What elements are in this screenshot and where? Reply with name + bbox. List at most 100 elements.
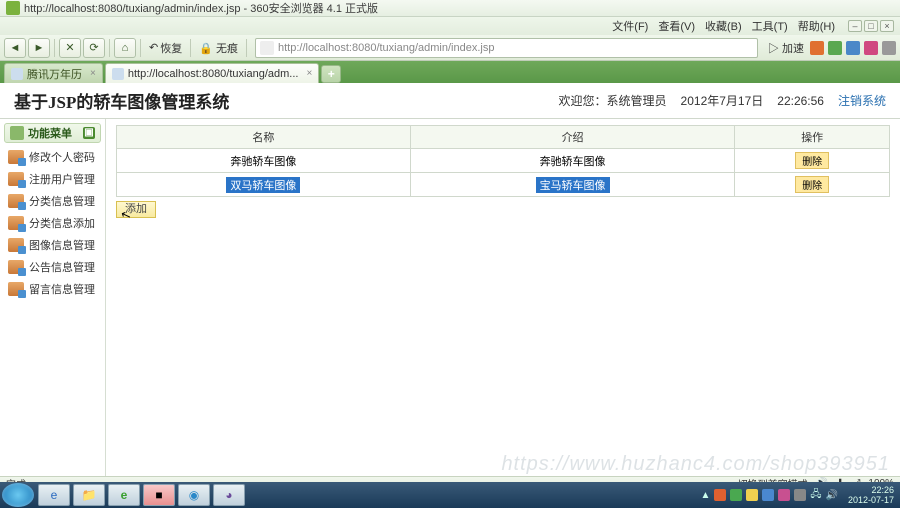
cell-name-selected: 双马轿车图像	[226, 177, 300, 193]
cell-intro-selected: 宝马轿车图像	[536, 177, 610, 193]
tab-admin[interactable]: http://localhost:8080/tuxiang/adm... ×	[105, 63, 319, 83]
close-tab-icon[interactable]: ×	[306, 68, 312, 79]
close-button[interactable]: ×	[880, 20, 894, 32]
page-header: 基于JSP的轿车图像管理系统 欢迎您：系统管理员 2012年7月17日 22:2…	[0, 83, 900, 119]
tab-label: http://localhost:8080/tuxiang/adm...	[128, 68, 299, 80]
tray-up-icon[interactable]: ▲	[700, 490, 710, 501]
incognito-button[interactable]: 🔒 无痕	[195, 40, 242, 56]
menu-icon	[10, 126, 24, 140]
header-date: 2012年7月17日	[681, 92, 764, 109]
item-icon	[8, 260, 24, 274]
menu-view[interactable]: 查看(V)	[658, 18, 695, 34]
tray-network-icon[interactable]: 🖧	[810, 487, 821, 504]
item-icon	[8, 150, 24, 164]
ext-icon-4[interactable]	[864, 41, 878, 55]
task-explorer[interactable]: 📁	[73, 484, 105, 506]
task-360[interactable]: e	[108, 484, 140, 506]
collapse-icon[interactable]: ▣	[83, 127, 95, 139]
tab-strip: 腾讯万年历 × http://localhost:8080/tuxiang/ad…	[0, 61, 900, 83]
sidebar-panel-header[interactable]: 功能菜单 ▣	[4, 123, 101, 143]
cell-name: 奔驰轿车图像	[117, 149, 411, 173]
task-app2[interactable]: ◉	[178, 484, 210, 506]
ext-icon-5[interactable]	[882, 41, 896, 55]
browser-toolbar: ◄ ► ✕ ⟳ ⌂ ↶ 恢复 🔒 无痕 ▷ 加速	[0, 35, 900, 61]
logout-link[interactable]: 注销系统	[838, 92, 886, 109]
forward-button[interactable]: ►	[28, 38, 50, 58]
sidebar-item-label: 注册用户管理	[29, 171, 95, 187]
item-icon	[8, 282, 24, 296]
table-row[interactable]: 双马轿车图像 宝马轿车图像 删除	[117, 173, 890, 197]
stop-button[interactable]: ✕	[59, 38, 81, 58]
sidebar-item-label: 分类信息添加	[29, 215, 95, 231]
address-input[interactable]	[278, 42, 753, 54]
favicon-icon	[6, 1, 20, 15]
sidebar-item-label: 修改个人密码	[29, 149, 95, 165]
close-tab-icon[interactable]: ×	[90, 68, 96, 79]
sidebar-item-category-mgr[interactable]: 分类信息管理	[4, 190, 101, 212]
start-button[interactable]	[2, 483, 34, 507]
page-title: 基于JSP的轿车图像管理系统	[14, 88, 559, 113]
sidebar-item-users[interactable]: 注册用户管理	[4, 168, 101, 190]
task-app3[interactable]: ◕	[213, 484, 245, 506]
cell-intro: 奔驰轿车图像	[410, 149, 735, 173]
add-button[interactable]: 添加 ↖	[116, 201, 156, 218]
tray-icon[interactable]	[778, 489, 790, 501]
windows-taskbar: e 📁 e ■ ◉ ◕ ▲ 🖧 🔊 22:26 2012-07-17	[0, 482, 900, 508]
delete-button[interactable]: 删除	[795, 176, 829, 193]
tab-favicon-icon	[11, 68, 23, 80]
th-name: 名称	[117, 126, 411, 149]
table-row[interactable]: 奔驰轿车图像 奔驰轿车图像 删除	[117, 149, 890, 173]
th-op: 操作	[735, 126, 890, 149]
minimize-button[interactable]: –	[848, 20, 862, 32]
page-icon	[260, 41, 274, 55]
delete-button[interactable]: 删除	[795, 152, 829, 169]
item-icon	[8, 238, 24, 252]
main-content: 名称 介绍 操作 奔驰轿车图像 奔驰轿车图像 删除 双马轿车图像 宝马轿车图像 …	[106, 119, 900, 478]
menu-fav[interactable]: 收藏(B)	[705, 18, 742, 34]
maximize-button[interactable]: □	[864, 20, 878, 32]
sidebar: 功能菜单 ▣ 修改个人密码 注册用户管理 分类信息管理 分类信息添加 图像信息管…	[0, 119, 106, 478]
sidebar-item-category-add[interactable]: 分类信息添加	[4, 212, 101, 234]
back-button[interactable]: ◄	[4, 38, 26, 58]
item-icon	[8, 216, 24, 230]
category-table: 名称 介绍 操作 奔驰轿车图像 奔驰轿车图像 删除 双马轿车图像 宝马轿车图像 …	[116, 125, 890, 197]
item-icon	[8, 172, 24, 186]
accelerate-button[interactable]: ▷ 加速	[764, 40, 808, 56]
sidebar-title: 功能菜单	[28, 125, 72, 141]
sidebar-item-label: 留言信息管理	[29, 281, 95, 297]
home-button[interactable]: ⌂	[114, 38, 136, 58]
menu-file[interactable]: 文件(F)	[612, 18, 648, 34]
task-ie[interactable]: e	[38, 484, 70, 506]
restore-button[interactable]: ↶ 恢复	[145, 40, 186, 56]
menu-help[interactable]: 帮助(H)	[798, 18, 835, 34]
sidebar-item-password[interactable]: 修改个人密码	[4, 146, 101, 168]
sidebar-item-image-mgr[interactable]: 图像信息管理	[4, 234, 101, 256]
address-bar[interactable]	[255, 38, 758, 58]
window-title: http://localhost:8080/tuxiang/admin/inde…	[24, 0, 894, 16]
tab-calendar[interactable]: 腾讯万年历 ×	[4, 63, 103, 83]
sidebar-item-message-mgr[interactable]: 留言信息管理	[4, 278, 101, 300]
ext-icon-3[interactable]	[846, 41, 860, 55]
tray-icon[interactable]	[730, 489, 742, 501]
tray-icon[interactable]	[714, 489, 726, 501]
reload-button[interactable]: ⟳	[83, 38, 105, 58]
sidebar-item-label: 图像信息管理	[29, 237, 95, 253]
tray-volume-icon[interactable]: 🔊	[826, 490, 838, 501]
header-time: 22:26:56	[777, 94, 824, 108]
browser-menu-bar: 文件(F) 查看(V) 收藏(B) 工具(T) 帮助(H) – □ ×	[0, 17, 900, 35]
task-app1[interactable]: ■	[143, 484, 175, 506]
ext-icon-2[interactable]	[828, 41, 842, 55]
tray-icon[interactable]	[794, 489, 806, 501]
tab-label: 腾讯万年历	[27, 66, 82, 82]
new-tab-button[interactable]: +	[321, 65, 341, 83]
menu-tools[interactable]: 工具(T)	[752, 18, 788, 34]
taskbar-clock[interactable]: 22:26 2012-07-17	[848, 485, 894, 505]
clock-time: 22:26	[848, 485, 894, 495]
browser-title-bar: http://localhost:8080/tuxiang/admin/inde…	[0, 0, 900, 17]
tray-icon[interactable]	[746, 489, 758, 501]
sidebar-item-notice-mgr[interactable]: 公告信息管理	[4, 256, 101, 278]
ext-icon-1[interactable]	[810, 41, 824, 55]
page-viewport: 基于JSP的轿车图像管理系统 欢迎您：系统管理员 2012年7月17日 22:2…	[0, 83, 900, 478]
tray-icon[interactable]	[762, 489, 774, 501]
add-button-label: 添加	[125, 203, 147, 215]
